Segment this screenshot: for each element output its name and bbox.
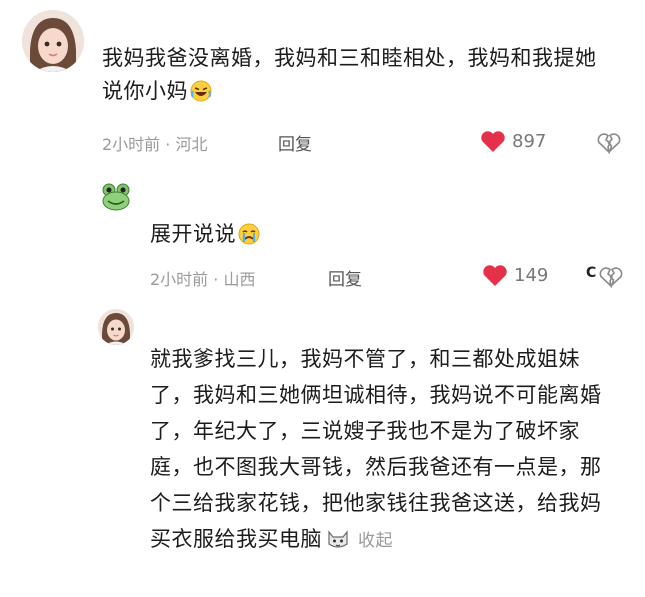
separator: · (165, 135, 171, 154)
comment-meta: 2小时前 · 山西 (150, 266, 255, 290)
c-mark-icon: C (586, 265, 597, 281)
heart-icon (480, 130, 506, 153)
like-count: 897 (512, 131, 547, 152)
crying-emoji-icon (238, 223, 260, 245)
comment-text: 展开说说 (150, 218, 450, 251)
avatar[interactable] (22, 10, 84, 72)
collapse-button[interactable]: 收起 (358, 531, 393, 551)
dislike-icon[interactable] (598, 265, 624, 288)
location: 河北 (175, 135, 208, 154)
like-count: 149 (514, 265, 549, 286)
like-button[interactable]: 149 (482, 264, 548, 287)
timestamp: 2小时前 (150, 270, 209, 289)
like-button[interactable]: 897 (480, 130, 546, 153)
heart-icon (482, 264, 508, 287)
comment-text: 我妈我爸没离婚，我妈和三和睦相处，我妈和我提她说你小妈 (102, 46, 597, 103)
avatar[interactable] (98, 309, 134, 345)
timestamp: 2小时前 (102, 135, 161, 154)
separator: · (213, 270, 219, 289)
location: 山西 (223, 270, 256, 289)
comment-text: 就我爹找三儿，我妈不管了，和三都处成姐妹了，我妈和三她俩坦诚相待，我妈说不可能离… (150, 347, 602, 551)
reply-button[interactable]: 回复 (278, 130, 312, 155)
laughing-crying-emoji-icon (190, 80, 212, 102)
cat-emoji-icon (326, 525, 350, 548)
dislike-icon[interactable] (596, 131, 622, 154)
avatar[interactable] (100, 180, 132, 212)
reply-button[interactable]: 回复 (328, 265, 362, 290)
comment-meta: 2小时前 · 河北 (102, 131, 207, 155)
